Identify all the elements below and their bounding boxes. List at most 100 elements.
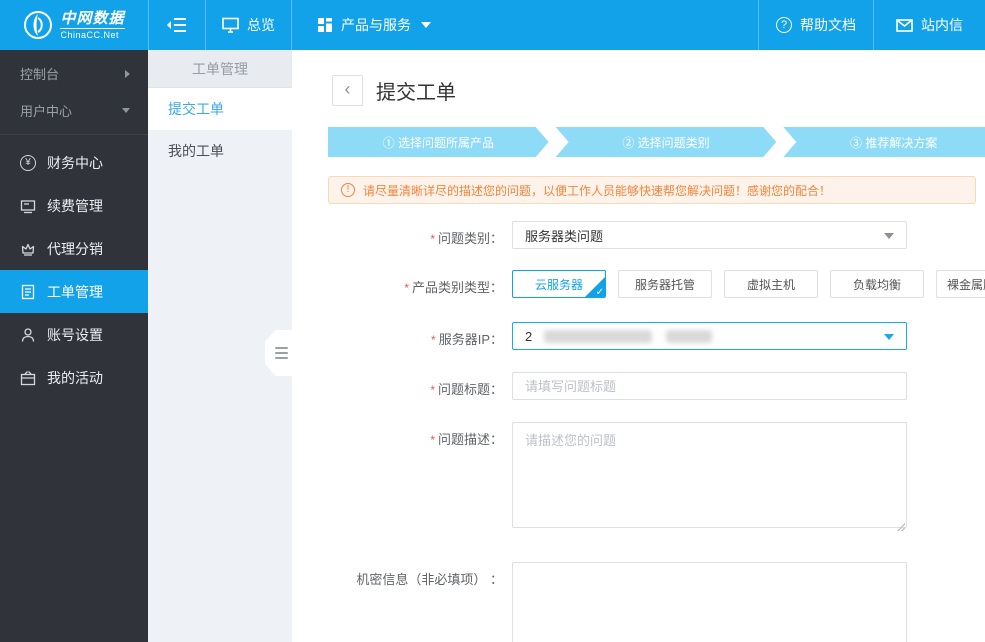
issue-title-label: * 问题标题：: [328, 372, 503, 398]
help-question-icon: ?: [776, 17, 792, 33]
category-select-value: 服务器类问题: [525, 228, 604, 244]
product-button-load-balancer[interactable]: 负载均衡 ✓: [830, 270, 924, 298]
product-button-label: 虚拟主机: [746, 277, 795, 292]
sidebar-item-renewal[interactable]: 续费管理: [0, 184, 148, 227]
sidebar-item-finance[interactable]: ¥ 财务中心: [0, 141, 148, 184]
caret-down-icon: [421, 22, 431, 28]
top-navbar: 中网数据 ChinaCC.Net 总览 产品与服务 ? 帮助文档 站内信: [0, 0, 985, 50]
sidebar-divider: [0, 134, 148, 135]
grip-line: [275, 357, 288, 359]
brand-logo[interactable]: 中网数据 ChinaCC.Net: [0, 0, 148, 50]
brand-logo-icon: [24, 11, 53, 39]
brand-name: 中网数据: [60, 9, 125, 29]
sidebar-item-user-center[interactable]: 用户中心: [0, 92, 148, 129]
nav-item-help-docs[interactable]: ? 帮助文档: [758, 0, 873, 50]
server-ip-label: * 服务器IP：: [328, 322, 503, 348]
console-label: 控制台: [20, 67, 60, 82]
navbar-spacer: [456, 0, 758, 50]
nav-item-overview[interactable]: 总览: [205, 0, 291, 50]
required-marker: *: [404, 281, 409, 295]
brand-text: 中网数据 ChinaCC.Net: [60, 9, 125, 40]
primary-sidebar: 控制台 用户中心 ¥ 财务中心 续费管理 代理分销 工单管理 账号设置 我的活动: [0, 50, 148, 642]
form-row-server-ip: * 服务器IP： 2: [328, 322, 907, 350]
redacted-ip-blur: [666, 329, 713, 343]
secret-info-label: 机密信息（非必填项） ：: [328, 562, 503, 588]
server-ip-select[interactable]: 2: [512, 322, 907, 350]
category-select[interactable]: 服务器类问题: [512, 221, 907, 249]
info-alert: ! 请尽量清晰详尽的描述您的问题，以便工作人员能够快速帮您解决问题！感谢您的配合…: [328, 176, 976, 204]
product-button-label: 裸金属服务器: [946, 277, 985, 292]
product-button-virtual-host[interactable]: 虚拟主机 ✓: [724, 270, 818, 298]
alert-exclamation-icon: !: [341, 183, 355, 197]
user-center-label: 用户中心: [20, 104, 73, 119]
sidebar-item-account[interactable]: 账号设置: [0, 313, 148, 356]
activity-tv-icon: [20, 370, 36, 385]
nav-item-site-mail[interactable]: 站内信: [873, 0, 985, 50]
category-label: * 问题类别：: [328, 221, 503, 247]
agent-crown-icon: [21, 243, 35, 256]
back-button[interactable]: ‹: [332, 75, 363, 106]
submenu-collapse-handle[interactable]: [265, 330, 292, 376]
grip-line: [275, 347, 288, 349]
required-marker: *: [430, 433, 435, 447]
brand-domain: ChinaCC.Net: [60, 29, 120, 40]
secret-info-textarea[interactable]: [512, 562, 907, 642]
product-button-cloud-server[interactable]: 云服务器 ✓: [512, 270, 606, 298]
activity-label: 我的活动: [47, 369, 103, 386]
issue-title-input[interactable]: [512, 372, 907, 400]
chevron-right-icon: [125, 69, 130, 78]
form-row-issue-title: * 问题标题：: [328, 372, 907, 400]
grip-line: [275, 352, 288, 354]
product-button-label: 服务器托管: [634, 277, 695, 292]
product-button-server-hosting[interactable]: 服务器托管 ✓: [618, 270, 712, 298]
server-ip-label-text: 服务器IP：: [438, 332, 503, 347]
sidebar-item-agent[interactable]: 代理分销: [0, 227, 148, 270]
issue-title-label-text: 问题标题：: [437, 382, 503, 397]
product-button-label: 云服务器: [534, 277, 583, 292]
page-title: 提交工单: [376, 82, 456, 104]
server-ip-value: 2: [525, 328, 533, 344]
finance-yen-icon: ¥: [20, 154, 36, 171]
caret-down-icon: [884, 233, 894, 239]
finance-label: 财务中心: [47, 154, 103, 171]
form-row-issue-description: * 问题描述：: [328, 422, 907, 533]
page-header: ‹ 提交工单: [332, 75, 456, 106]
agent-label: 代理分销: [47, 240, 103, 257]
submenu-item-submit-ticket[interactable]: 提交工单: [148, 88, 292, 130]
issue-description-label-text: 问题描述：: [437, 432, 503, 447]
required-marker: *: [431, 333, 436, 347]
required-marker: *: [430, 232, 435, 246]
sidebar-item-console[interactable]: 控制台: [0, 55, 148, 92]
nav-mail-label: 站内信: [921, 17, 963, 33]
required-marker: *: [430, 383, 435, 397]
app-screen: 中网数据 ChinaCC.Net 总览 产品与服务 ? 帮助文档 站内信 控制台…: [0, 0, 985, 642]
alert-text: 请尽量清晰详尽的描述您的问题，以便工作人员能够快速帮您解决问题！感谢您的配合！: [363, 183, 832, 198]
product-type-label-text: 产品类别类型：: [411, 280, 503, 295]
product-button-bare-metal[interactable]: 裸金属服务器 ✓: [936, 270, 985, 298]
nav-help-label: 帮助文档: [800, 17, 856, 33]
issue-description-textarea[interactable]: [512, 422, 907, 528]
form-row-secret-info: 机密信息（非必填项） ：: [328, 562, 907, 642]
renewal-label: 续费管理: [47, 197, 103, 214]
sidebar-fold-button[interactable]: [148, 0, 205, 50]
submenu-item-my-tickets[interactable]: 我的工单: [148, 130, 292, 172]
product-button-label: 负载均衡: [852, 277, 901, 292]
product-type-buttons: 云服务器 ✓ 服务器托管 ✓ 虚拟主机 ✓ 负载均衡 ✓ 裸金属服务器 ✓: [512, 270, 985, 298]
envelope-icon: [896, 18, 913, 32]
secret-info-label-text: 机密信息（非必填项） ：: [356, 572, 503, 587]
form-row-category: * 问题类别： 服务器类问题: [328, 221, 907, 249]
monitor-icon: [222, 17, 239, 33]
issue-description-label: * 问题描述：: [328, 422, 503, 448]
workorder-label: 工单管理: [47, 283, 103, 300]
submenu-header: 工单管理: [148, 50, 292, 88]
renewal-card-icon: [20, 199, 36, 213]
nav-item-products[interactable]: 产品与服务: [291, 0, 456, 50]
nav-overview-label: 总览: [247, 17, 275, 33]
sidebar-item-activity[interactable]: 我的活动: [0, 356, 148, 399]
account-user-icon: [21, 327, 35, 342]
step-2-select-category: ② 选择问题类别: [556, 127, 777, 157]
workorder-submenu: 工单管理 提交工单 我的工单: [148, 50, 292, 642]
fold-menu-icon: [167, 18, 186, 32]
workorder-doc-icon: [21, 284, 35, 299]
sidebar-item-workorder[interactable]: 工单管理: [0, 270, 148, 313]
